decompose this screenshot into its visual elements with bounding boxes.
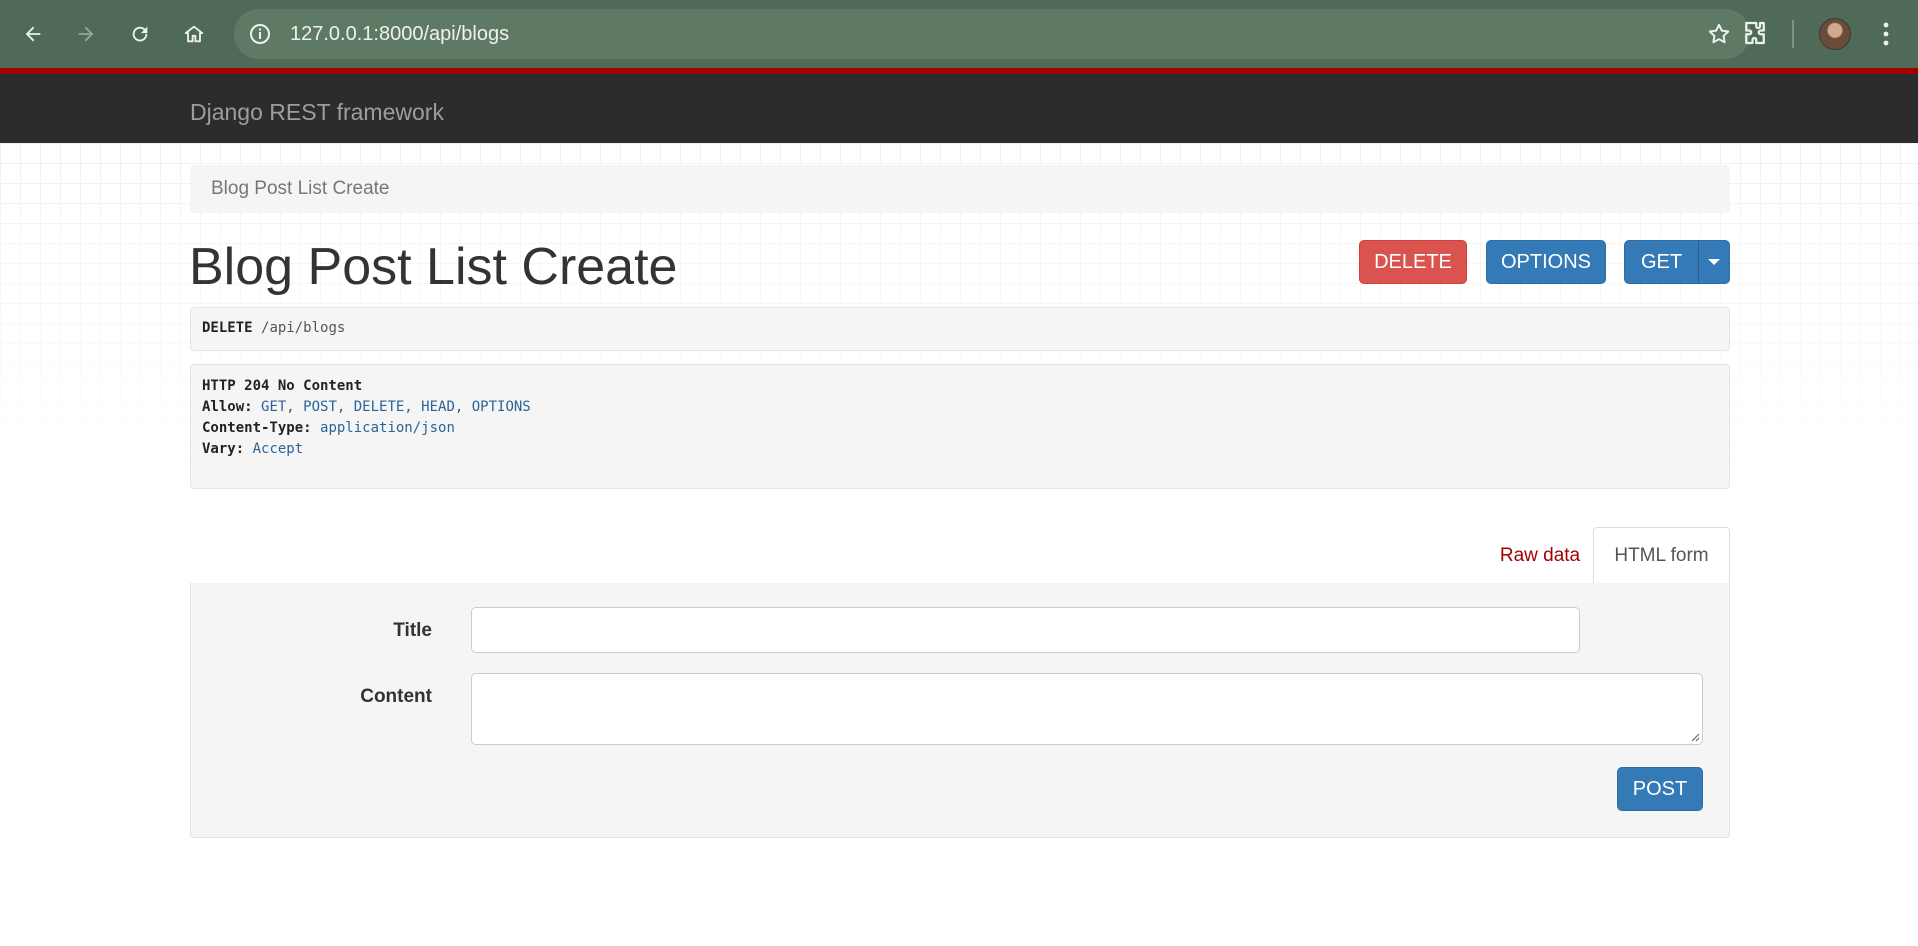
profile-avatar[interactable]	[1819, 18, 1851, 50]
response-info: HTTP 204 No Content Allow: GET, POST, DE…	[190, 364, 1730, 489]
get-button[interactable]: GET	[1624, 240, 1699, 284]
toolbar-divider	[1792, 20, 1794, 48]
response-header-value: Accept	[252, 441, 304, 457]
response-header-value: GET, POST, DELETE, HEAD, OPTIONS	[261, 399, 531, 415]
bookmark-star-icon[interactable]	[1706, 21, 1732, 47]
extensions-puzzle-icon[interactable]	[1740, 18, 1770, 48]
reload-icon[interactable]	[122, 16, 158, 52]
caret-down-icon	[1708, 259, 1720, 265]
response-status: HTTP 204 No Content	[202, 378, 363, 394]
request-method: DELETE	[202, 320, 253, 336]
drf-navbar: Django REST framework	[0, 68, 1918, 143]
browser-toolbar: 127.0.0.1:8000/api/blogs	[0, 0, 1918, 68]
content-label: Content	[360, 686, 432, 707]
breadcrumb-item-current: Blog Post List Create	[211, 178, 390, 199]
response-header-content-type: Content-Type: application/json	[202, 420, 455, 436]
title-input[interactable]	[471, 607, 1580, 653]
title-label: Title	[393, 620, 432, 641]
back-arrow-icon[interactable]	[15, 16, 51, 52]
request-info: DELETE /api/blogs	[190, 307, 1730, 351]
breadcrumb: Blog Post List Create	[190, 165, 1730, 213]
resize-grip-icon[interactable]	[1688, 730, 1700, 742]
request-path: /api/blogs	[261, 320, 346, 336]
url-text[interactable]: 127.0.0.1:8000/api/blogs	[290, 22, 509, 46]
content-textarea[interactable]	[471, 673, 1703, 745]
navbar-brand[interactable]: Django REST framework	[190, 99, 444, 126]
tab-html-form[interactable]: HTML form	[1593, 527, 1730, 584]
site-info-icon[interactable]	[248, 22, 272, 46]
response-header-value: application/json	[320, 420, 455, 436]
forward-arrow-icon[interactable]	[68, 16, 104, 52]
response-header-vary: Vary: Accept	[202, 441, 304, 457]
delete-button[interactable]: DELETE	[1359, 240, 1467, 284]
response-header-allow: Allow: GET, POST, DELETE, HEAD, OPTIONS	[202, 399, 531, 415]
post-button[interactable]: POST	[1617, 767, 1703, 811]
address-bar[interactable]: 127.0.0.1:8000/api/blogs	[234, 9, 1750, 59]
options-button[interactable]: OPTIONS	[1486, 240, 1606, 284]
page-title: Blog Post List Create	[189, 238, 678, 296]
tab-raw-data[interactable]: Raw data	[1475, 528, 1605, 583]
get-format-dropdown-button[interactable]	[1698, 240, 1730, 284]
home-icon[interactable]	[176, 16, 212, 52]
kebab-menu-icon[interactable]	[1876, 18, 1896, 50]
